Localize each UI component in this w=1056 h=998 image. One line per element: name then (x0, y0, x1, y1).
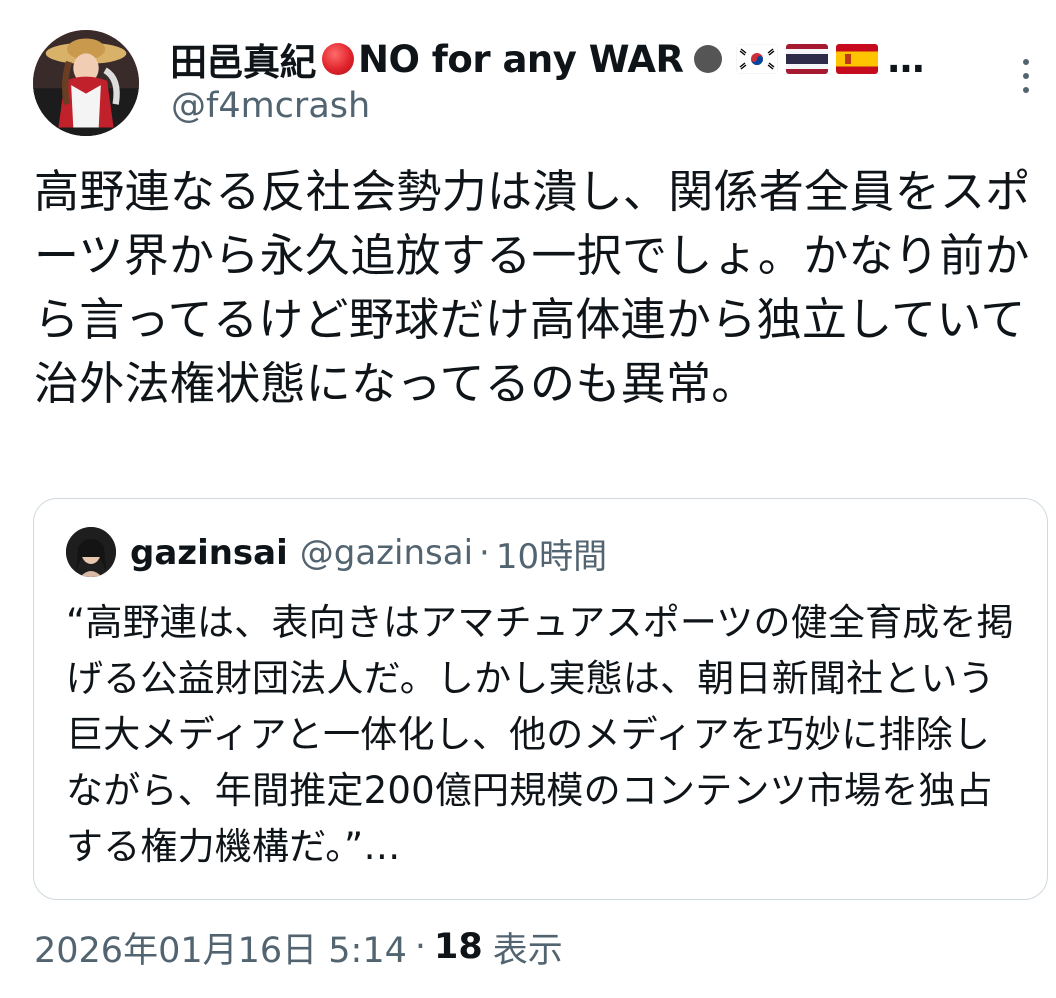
korea-flag (735, 44, 778, 74)
quoted-author-name[interactable]: gazinsai (130, 533, 288, 573)
tweet: 田邑真紀 NO for any WAR … @f4mcrash 高野連なる反社会… (0, 0, 1056, 998)
author-avatar[interactable] (33, 30, 139, 136)
author-name-row[interactable]: 田邑真紀 NO for any WAR … (170, 36, 925, 85)
quoted-avatar-image (66, 527, 116, 577)
red-circle-icon (322, 43, 354, 75)
author-name: 田邑真紀 (170, 41, 317, 84)
more-options-icon[interactable] (1014, 56, 1038, 96)
quoted-timestamp[interactable]: 10時間 (496, 529, 607, 578)
quoted-separator: · (479, 533, 490, 573)
quoted-author-avatar[interactable] (66, 527, 116, 577)
tweet-date[interactable]: 2026年01月16日 5:14 (34, 922, 407, 973)
quoted-author-handle[interactable]: @gazinsai (300, 533, 473, 573)
tweet-text: 高野連なる反社会勢力は潰し、関係者全員をスポーツ界から永久追放する一択でしょ。か… (34, 165, 1031, 410)
name-ellipsis: … (887, 37, 925, 81)
thailand-flag (785, 44, 828, 74)
quoted-tweet[interactable]: gazinsai @gazinsai · 10時間 “高野連は、表向きはアマチュ… (33, 498, 1048, 900)
black-circle-icon (693, 45, 722, 73)
author-handle[interactable]: @f4mcrash (171, 86, 370, 126)
quoted-text: “高野連は、表向きはアマチュアスポーツの健全育成を掲げる公益財団法人だ。しかし実… (66, 601, 1014, 868)
quoted-header: gazinsai @gazinsai · 10時間 (130, 529, 607, 577)
views-label: 表示 (492, 930, 563, 971)
author-name-suffix: NO for any WAR (358, 37, 684, 81)
author-avatar-image (33, 30, 139, 136)
views-count: 18 (434, 927, 483, 967)
tweet-footer: 2026年01月16日 5:14 · 18 表示 (34, 922, 563, 972)
spain-flag (835, 44, 878, 74)
footer-separator: · (414, 927, 427, 967)
